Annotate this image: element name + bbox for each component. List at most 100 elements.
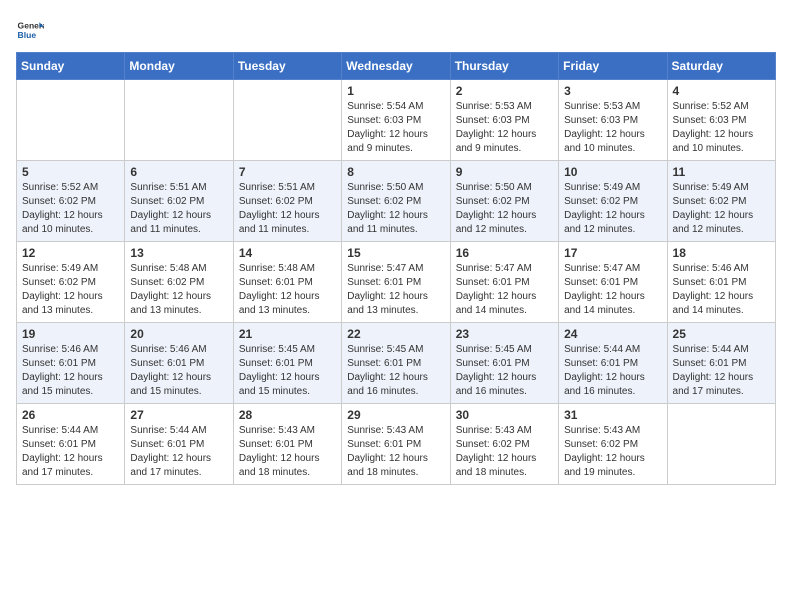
calendar-cell: 16 Sunrise: 5:47 AM Sunset: 6:01 PM Dayli… — [450, 242, 558, 323]
calendar-cell: 14Sunrise: 5:48 AM Sunset: 6:01 PM Dayli… — [233, 242, 341, 323]
calendar-cell — [125, 80, 233, 161]
day-info: Sunrise: 5:53 AM Sunset: 6:03 PM Dayligh… — [456, 100, 553, 156]
logo: General Blue — [16, 16, 44, 44]
header: General Blue — [16, 16, 776, 44]
calendar-cell: 5 Sunrise: 5:52 AM Sunset: 6:02 PM Daylig… — [17, 161, 125, 242]
day-info: Sunrise: 5:48 AM Sunset: 6:02 PM Dayligh… — [130, 262, 227, 318]
calendar-cell: 8 Sunrise: 5:50 AM Sunset: 6:02 PM Daylig… — [342, 161, 450, 242]
calendar-cell: 4 Sunrise: 5:52 AM Sunset: 6:03 PM Daylig… — [667, 80, 775, 161]
calendar-cell: 30 Sunrise: 5:43 AM Sunset: 6:02 PM Dayli… — [450, 404, 558, 485]
calendar-week-row: 5 Sunrise: 5:52 AM Sunset: 6:02 PM Daylig… — [17, 161, 776, 242]
calendar-cell: 15 Sunrise: 5:47 AM Sunset: 6:01 PM Dayli… — [342, 242, 450, 323]
day-info: Sunrise: 5:49 AM Sunset: 6:02 PM Dayligh… — [22, 262, 119, 318]
day-number: 3 — [564, 84, 661, 98]
calendar-cell: 25Sunrise: 5:44 AM Sunset: 6:01 PM Dayli… — [667, 323, 775, 404]
calendar-cell: 24Sunrise: 5:44 AM Sunset: 6:01 PM Dayli… — [559, 323, 667, 404]
day-number: 28 — [239, 408, 336, 422]
day-info: Sunrise: 5:52 AM Sunset: 6:03 PM Dayligh… — [673, 100, 770, 156]
day-info: Sunrise: 5:43 AM Sunset: 6:02 PM Dayligh… — [564, 424, 661, 480]
calendar-cell: 20 Sunrise: 5:46 AM Sunset: 6:01 PM Dayli… — [125, 323, 233, 404]
day-number: 30 — [456, 408, 553, 422]
day-number: 29 — [347, 408, 444, 422]
day-info: Sunrise: 5:51 AM Sunset: 6:02 PM Dayligh… — [239, 181, 336, 237]
day-header-sunday: Sunday — [17, 53, 125, 80]
calendar-cell: 6 Sunrise: 5:51 AM Sunset: 6:02 PM Daylig… — [125, 161, 233, 242]
day-number: 15 — [347, 246, 444, 260]
day-info: Sunrise: 5:50 AM Sunset: 6:02 PM Dayligh… — [456, 181, 553, 237]
day-number: 25 — [673, 327, 770, 341]
calendar-cell: 21 Sunrise: 5:45 AM Sunset: 6:01 PM Dayli… — [233, 323, 341, 404]
calendar-cell: 17 Sunrise: 5:47 AM Sunset: 6:01 PM Dayli… — [559, 242, 667, 323]
day-number: 12 — [22, 246, 119, 260]
day-info: Sunrise: 5:54 AM Sunset: 6:03 PM Dayligh… — [347, 100, 444, 156]
day-info: Sunrise: 5:46 AM Sunset: 6:01 PM Dayligh… — [130, 343, 227, 399]
calendar-cell: 27Sunrise: 5:44 AM Sunset: 6:01 PM Dayli… — [125, 404, 233, 485]
calendar-week-row: 1 Sunrise: 5:54 AM Sunset: 6:03 PM Daylig… — [17, 80, 776, 161]
day-number: 11 — [673, 165, 770, 179]
day-info: Sunrise: 5:49 AM Sunset: 6:02 PM Dayligh… — [564, 181, 661, 237]
svg-text:Blue: Blue — [18, 30, 37, 40]
day-info: Sunrise: 5:52 AM Sunset: 6:02 PM Dayligh… — [22, 181, 119, 237]
day-number: 2 — [456, 84, 553, 98]
day-number: 5 — [22, 165, 119, 179]
day-number: 1 — [347, 84, 444, 98]
calendar-cell — [17, 80, 125, 161]
calendar-header-row: SundayMondayTuesdayWednesdayThursdayFrid… — [17, 53, 776, 80]
day-number: 16 — [456, 246, 553, 260]
day-number: 24 — [564, 327, 661, 341]
day-header-wednesday: Wednesday — [342, 53, 450, 80]
day-number: 4 — [673, 84, 770, 98]
day-number: 9 — [456, 165, 553, 179]
calendar-cell: 31 Sunrise: 5:43 AM Sunset: 6:02 PM Dayli… — [559, 404, 667, 485]
day-info: Sunrise: 5:45 AM Sunset: 6:01 PM Dayligh… — [239, 343, 336, 399]
day-number: 14 — [239, 246, 336, 260]
day-number: 18 — [673, 246, 770, 260]
day-info: Sunrise: 5:51 AM Sunset: 6:02 PM Dayligh… — [130, 181, 227, 237]
calendar-cell: 9 Sunrise: 5:50 AM Sunset: 6:02 PM Daylig… — [450, 161, 558, 242]
day-number: 6 — [130, 165, 227, 179]
day-number: 20 — [130, 327, 227, 341]
day-header-saturday: Saturday — [667, 53, 775, 80]
calendar-cell: 10 Sunrise: 5:49 AM Sunset: 6:02 PM Dayli… — [559, 161, 667, 242]
day-number: 8 — [347, 165, 444, 179]
day-info: Sunrise: 5:45 AM Sunset: 6:01 PM Dayligh… — [347, 343, 444, 399]
calendar-cell: 23 Sunrise: 5:45 AM Sunset: 6:01 PM Dayli… — [450, 323, 558, 404]
day-info: Sunrise: 5:49 AM Sunset: 6:02 PM Dayligh… — [673, 181, 770, 237]
logo-icon: General Blue — [16, 16, 44, 44]
calendar-cell: 11 Sunrise: 5:49 AM Sunset: 6:02 PM Dayli… — [667, 161, 775, 242]
day-info: Sunrise: 5:50 AM Sunset: 6:02 PM Dayligh… — [347, 181, 444, 237]
calendar-cell: 29 Sunrise: 5:43 AM Sunset: 6:01 PM Dayli… — [342, 404, 450, 485]
day-info: Sunrise: 5:53 AM Sunset: 6:03 PM Dayligh… — [564, 100, 661, 156]
calendar-week-row: 19 Sunrise: 5:46 AM Sunset: 6:01 PM Dayli… — [17, 323, 776, 404]
day-number: 19 — [22, 327, 119, 341]
calendar: SundayMondayTuesdayWednesdayThursdayFrid… — [16, 52, 776, 485]
calendar-cell: 13Sunrise: 5:48 AM Sunset: 6:02 PM Dayli… — [125, 242, 233, 323]
day-header-tuesday: Tuesday — [233, 53, 341, 80]
day-info: Sunrise: 5:47 AM Sunset: 6:01 PM Dayligh… — [347, 262, 444, 318]
calendar-cell: 12 Sunrise: 5:49 AM Sunset: 6:02 PM Dayli… — [17, 242, 125, 323]
day-number: 27 — [130, 408, 227, 422]
day-number: 21 — [239, 327, 336, 341]
day-number: 26 — [22, 408, 119, 422]
day-header-monday: Monday — [125, 53, 233, 80]
calendar-cell — [667, 404, 775, 485]
day-number: 31 — [564, 408, 661, 422]
calendar-week-row: 12 Sunrise: 5:49 AM Sunset: 6:02 PM Dayli… — [17, 242, 776, 323]
calendar-cell: 7Sunrise: 5:51 AM Sunset: 6:02 PM Daylig… — [233, 161, 341, 242]
day-info: Sunrise: 5:43 AM Sunset: 6:02 PM Dayligh… — [456, 424, 553, 480]
day-info: Sunrise: 5:47 AM Sunset: 6:01 PM Dayligh… — [564, 262, 661, 318]
day-info: Sunrise: 5:43 AM Sunset: 6:01 PM Dayligh… — [347, 424, 444, 480]
day-number: 10 — [564, 165, 661, 179]
calendar-week-row: 26Sunrise: 5:44 AM Sunset: 6:01 PM Dayli… — [17, 404, 776, 485]
calendar-cell: 28 Sunrise: 5:43 AM Sunset: 6:01 PM Dayli… — [233, 404, 341, 485]
calendar-cell: 3 Sunrise: 5:53 AM Sunset: 6:03 PM Daylig… — [559, 80, 667, 161]
day-info: Sunrise: 5:43 AM Sunset: 6:01 PM Dayligh… — [239, 424, 336, 480]
calendar-cell — [233, 80, 341, 161]
day-number: 22 — [347, 327, 444, 341]
day-info: Sunrise: 5:45 AM Sunset: 6:01 PM Dayligh… — [456, 343, 553, 399]
day-info: Sunrise: 5:47 AM Sunset: 6:01 PM Dayligh… — [456, 262, 553, 318]
day-header-thursday: Thursday — [450, 53, 558, 80]
day-number: 17 — [564, 246, 661, 260]
day-number: 23 — [456, 327, 553, 341]
calendar-cell: 19Sunrise: 5:46 AM Sunset: 6:01 PM Dayli… — [17, 323, 125, 404]
